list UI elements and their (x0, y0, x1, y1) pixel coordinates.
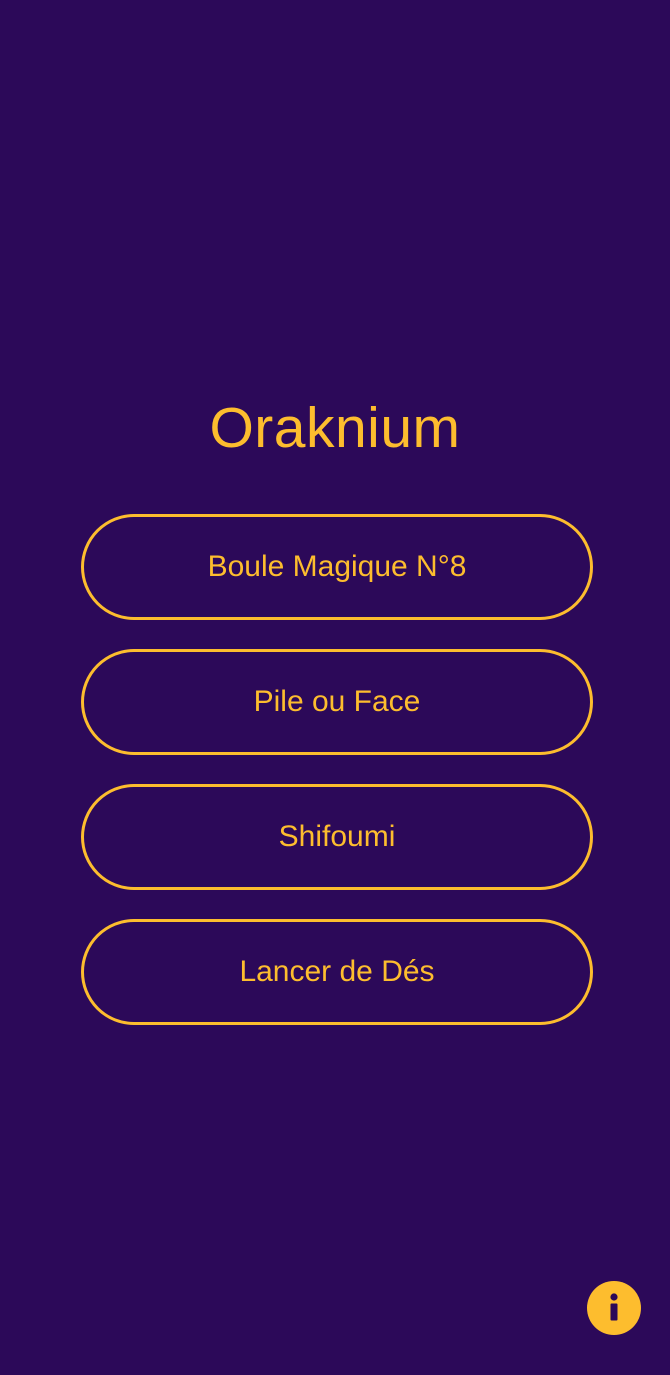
dice-roll-button[interactable]: Lancer de Dés (81, 919, 593, 1025)
info-icon (610, 1293, 618, 1321)
rock-paper-scissors-button[interactable]: Shifoumi (81, 784, 593, 890)
home-screen: Oraknium Boule Magique N°8 Pile ou Face … (0, 0, 670, 1375)
coin-flip-button[interactable]: Pile ou Face (81, 649, 593, 755)
game-menu: Boule Magique N°8 Pile ou Face Shifoumi … (81, 514, 593, 1054)
app-title: Oraknium (209, 396, 461, 461)
magic-8-ball-button[interactable]: Boule Magique N°8 (81, 514, 593, 620)
info-button[interactable] (587, 1281, 641, 1335)
